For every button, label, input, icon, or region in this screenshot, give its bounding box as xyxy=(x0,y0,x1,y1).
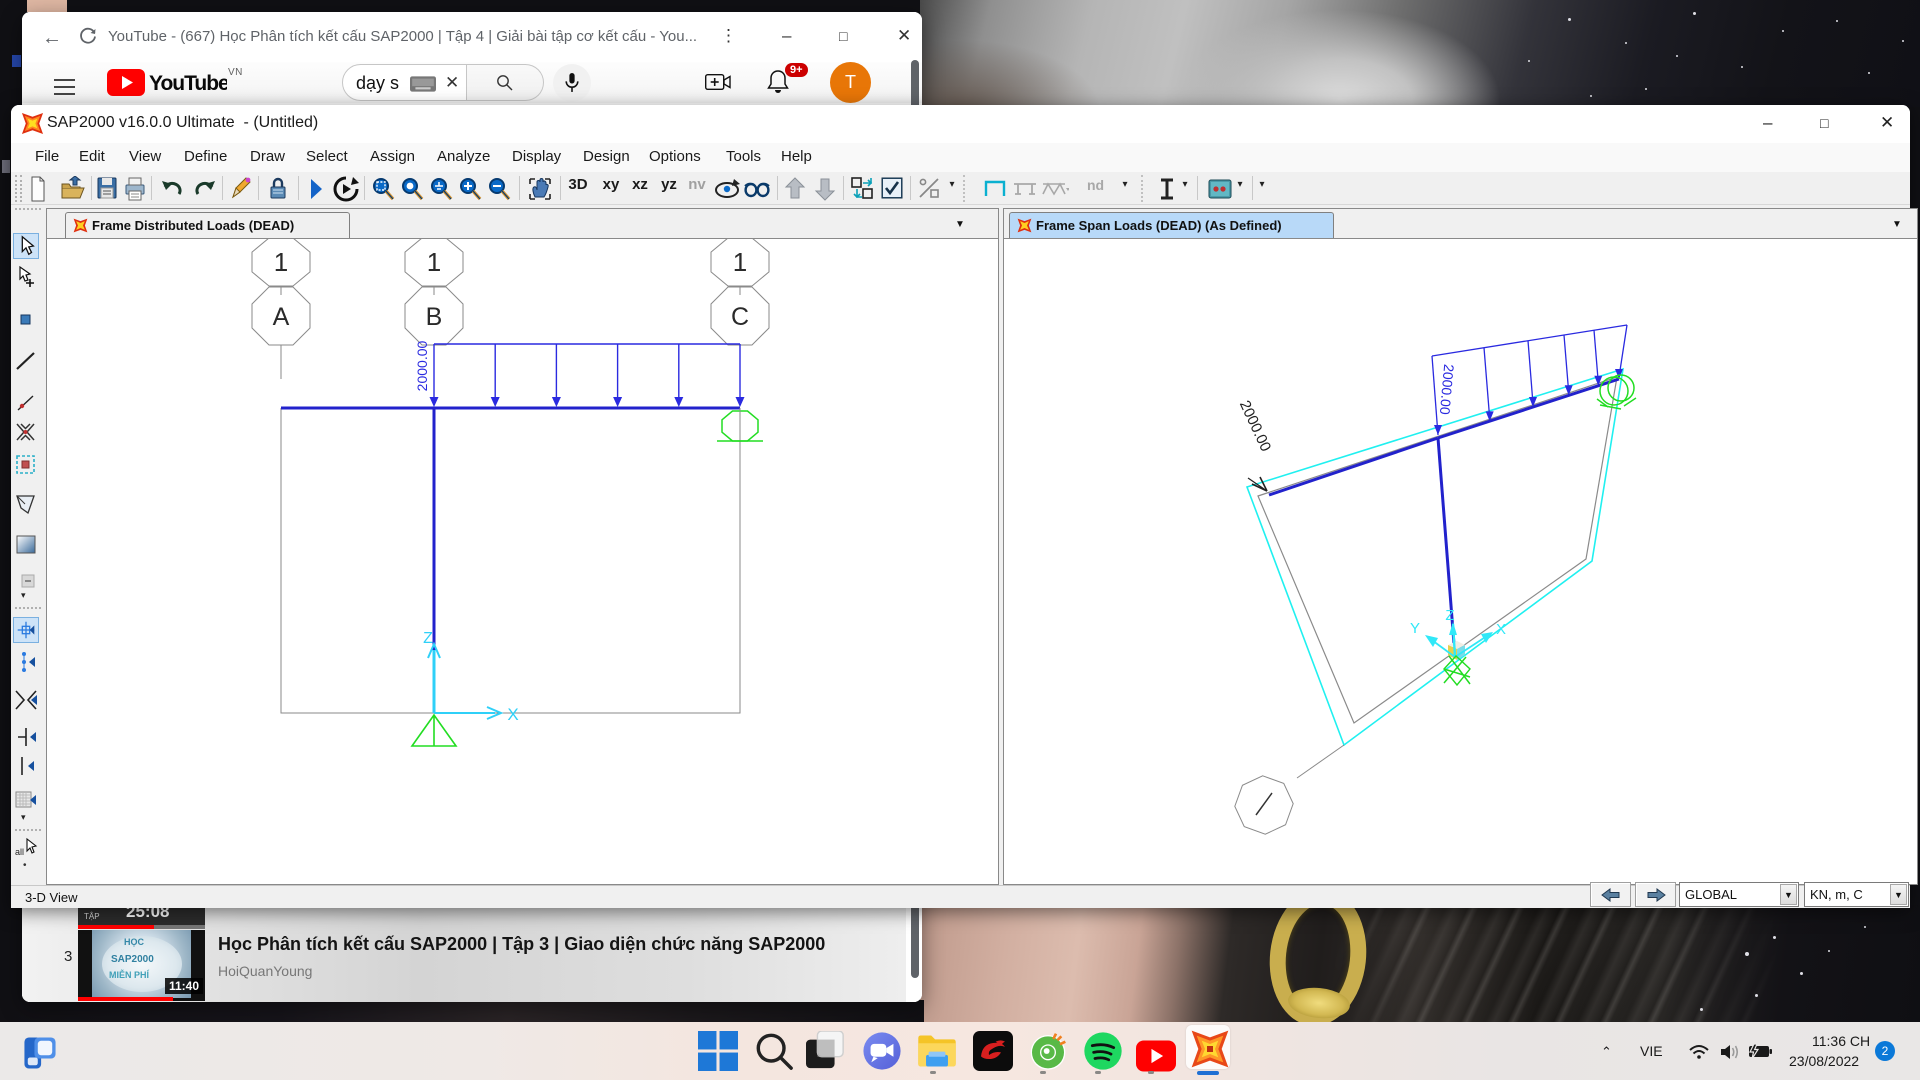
svg-text:X: X xyxy=(1496,621,1506,638)
svg-text:all: all xyxy=(15,847,24,857)
svg-text:2000.00: 2000.00 xyxy=(1437,364,1457,416)
svg-text:2000.00: 2000.00 xyxy=(1236,398,1274,454)
svg-text:Z: Z xyxy=(1445,607,1454,624)
svg-text:X: X xyxy=(507,705,518,724)
svg-text:2000.00: 2000.00 xyxy=(414,340,430,391)
svg-text:1: 1 xyxy=(274,247,288,277)
svg-text:A: A xyxy=(273,303,290,331)
svg-text:Y: Y xyxy=(1410,620,1420,637)
svg-text:YouTube: YouTube xyxy=(149,72,227,95)
svg-text:Z: Z xyxy=(423,630,433,647)
svg-text:C: C xyxy=(731,303,749,331)
svg-text:B: B xyxy=(426,303,443,331)
svg-text:1: 1 xyxy=(733,247,747,277)
svg-text:1: 1 xyxy=(427,247,441,277)
